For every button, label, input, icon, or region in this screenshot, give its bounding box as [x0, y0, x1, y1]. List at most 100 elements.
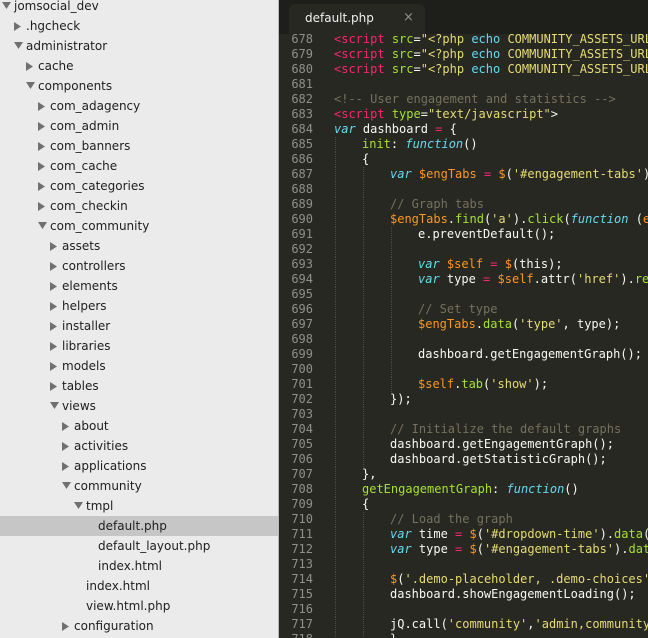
disclosure-triangle-closed-icon[interactable] [50, 356, 60, 376]
disclosure-triangle-closed-icon[interactable] [50, 276, 60, 296]
tree-folder-item[interactable]: com_adagency [0, 96, 278, 116]
code-line[interactable]: 707}, [279, 467, 648, 482]
code-line[interactable]: 713 [279, 557, 648, 572]
disclosure-triangle-closed-icon[interactable] [50, 296, 60, 316]
code-line[interactable]: 715 dashboard.showEngagementLoading(); [279, 587, 648, 602]
code-line[interactable]: 706 dashboard.getStatisticGraph(); [279, 452, 648, 467]
tree-folder-item[interactable]: libraries [0, 336, 278, 356]
tree-folder-item[interactable]: installer [0, 316, 278, 336]
disclosure-triangle-closed-icon[interactable] [62, 616, 72, 636]
code-line[interactable]: 686 { [279, 152, 648, 167]
code-line[interactable]: 703 [279, 407, 648, 422]
tree-folder-item[interactable]: helpers [0, 296, 278, 316]
disclosure-triangle-open-icon[interactable] [74, 496, 84, 516]
code-editor[interactable]: default.php × 678 <script src="<?php echo… [279, 0, 648, 638]
disclosure-triangle-open-icon[interactable] [62, 476, 72, 496]
disclosure-triangle-closed-icon[interactable] [14, 16, 24, 36]
disclosure-triangle-open-icon[interactable] [38, 216, 48, 236]
tree-folder-item[interactable]: configuration [0, 616, 278, 636]
tree-folder-item[interactable]: elements [0, 276, 278, 296]
code-line[interactable]: 717 jQ.call('community','admin,community' [279, 617, 648, 632]
disclosure-triangle-open-icon[interactable] [14, 36, 24, 56]
disclosure-triangle-open-icon[interactable] [26, 76, 36, 96]
tree-folder-item[interactable]: applications [0, 456, 278, 476]
disclosure-triangle-closed-icon[interactable] [38, 116, 48, 136]
disclosure-triangle-closed-icon[interactable] [38, 176, 48, 196]
disclosure-triangle-open-icon[interactable] [2, 0, 12, 16]
code-line[interactable]: 708 getEngagementGraph: function() [279, 482, 648, 497]
tree-file-item[interactable]: default.php [0, 516, 278, 536]
code-line[interactable]: 704 // Initialize the default graphs [279, 422, 648, 437]
tree-folder-item[interactable]: tmpl [0, 496, 278, 516]
code-line[interactable]: 693 var $self = $(this); [279, 257, 648, 272]
tree-folder-item[interactable]: tables [0, 376, 278, 396]
tree-folder-item[interactable]: about [0, 416, 278, 436]
disclosure-triangle-closed-icon[interactable] [26, 56, 36, 76]
disclosure-triangle-open-icon[interactable] [50, 396, 60, 416]
tree-file-item[interactable]: index.html [0, 576, 278, 596]
code-line[interactable]: 679 <script src="<?php echo COMMUNITY_ASS… [279, 47, 648, 62]
disclosure-triangle-closed-icon[interactable] [62, 456, 72, 476]
code-line[interactable]: 705 dashboard.getEngagementGraph(); [279, 437, 648, 452]
tree-folder-item[interactable]: community [0, 476, 278, 496]
tree-folder-item[interactable]: com_categories [0, 176, 278, 196]
code-line[interactable]: 711var time = $('#dropdown-time').data(' [279, 527, 648, 542]
code-line[interactable]: 685 init: function() [279, 137, 648, 152]
tree-folder-item[interactable]: activities [0, 436, 278, 456]
tree-folder-item[interactable]: com_banners [0, 136, 278, 156]
disclosure-triangle-closed-icon[interactable] [38, 196, 48, 216]
tab-close-icon[interactable]: × [403, 10, 414, 25]
code-line[interactable]: 689 // Graph tabs [279, 197, 648, 212]
file-tree-sidebar[interactable]: jomsocial_dev .hgcheck administrator cache c… [0, 0, 279, 638]
code-line[interactable]: 700 [279, 362, 648, 377]
code-line[interactable]: 683 <script type="text/javascript"> [279, 107, 648, 122]
code-line[interactable]: 696 // Set type [279, 302, 648, 317]
code-line[interactable]: 712 var type = $('#engagement-tabs').data [279, 542, 648, 557]
tree-folder-item[interactable]: com_community [0, 216, 278, 236]
code-line[interactable]: 714 $('.demo-placeholder, .demo-choices') [279, 572, 648, 587]
code-line[interactable]: 702}); [279, 392, 648, 407]
disclosure-triangle-closed-icon[interactable] [50, 376, 60, 396]
disclosure-triangle-closed-icon[interactable] [62, 416, 72, 436]
disclosure-triangle-closed-icon[interactable] [50, 256, 60, 276]
code-line[interactable]: 684 var dashboard = { [279, 122, 648, 137]
disclosure-triangle-closed-icon[interactable] [50, 336, 60, 356]
tree-folder-item[interactable]: com_checkin [0, 196, 278, 216]
code-line[interactable]: 682 <!-- User engagement and statistics -… [279, 92, 648, 107]
tree-file-item[interactable]: index.html [0, 556, 278, 576]
disclosure-triangle-closed-icon[interactable] [50, 316, 60, 336]
tree-folder-item[interactable]: com_admin [0, 116, 278, 136]
code-line[interactable]: 695 [279, 287, 648, 302]
code-line[interactable]: 678 <script src="<?php echo COMMUNITY_ASS… [279, 32, 648, 47]
code-line[interactable]: 680 <script src="<?php echo COMMUNITY_ASS… [279, 62, 648, 77]
tree-folder-item[interactable]: components [0, 76, 278, 96]
code-line[interactable]: 701 $self.tab('show'); [279, 377, 648, 392]
code-line[interactable]: 710 // Load the graph [279, 512, 648, 527]
code-line[interactable]: 690$engTabs.find('a').click(function (e) [279, 212, 648, 227]
code-line[interactable]: 716 [279, 602, 648, 617]
disclosure-triangle-closed-icon[interactable] [50, 236, 60, 256]
code-line[interactable]: 699 dashboard.getEngagementGraph(); [279, 347, 648, 362]
tree-folder-item[interactable]: .hgcheck [0, 16, 278, 36]
tab-default-php[interactable]: default.php × [289, 4, 425, 34]
disclosure-triangle-closed-icon[interactable] [38, 136, 48, 156]
code-line[interactable]: 698 [279, 332, 648, 347]
disclosure-triangle-closed-icon[interactable] [38, 156, 48, 176]
tree-folder-item[interactable]: cache [0, 56, 278, 76]
code-line[interactable]: 709 { [279, 497, 648, 512]
code-line[interactable]: 687 var $engTabs = $('#engagement-tabs'); [279, 167, 648, 182]
code-line[interactable]: 692 [279, 242, 648, 257]
tree-folder-item[interactable]: assets [0, 236, 278, 256]
tree-folder-item[interactable]: views [0, 396, 278, 416]
code-line[interactable]: 688 [279, 182, 648, 197]
tree-folder-item[interactable]: administrator [0, 36, 278, 56]
disclosure-triangle-closed-icon[interactable] [38, 96, 48, 116]
tree-file-item[interactable]: default_layout.php [0, 536, 278, 556]
tree-folder-item[interactable]: com_cache [0, 156, 278, 176]
disclosure-triangle-closed-icon[interactable] [62, 436, 72, 456]
code-line[interactable]: 694 var type = $self.attr('href').rep [279, 272, 648, 287]
tree-file-item[interactable]: view.html.php [0, 596, 278, 616]
code-line[interactable]: 697 $engTabs.data('type', type); [279, 317, 648, 332]
tree-folder-item[interactable]: jomsocial_dev [0, 0, 278, 16]
code-line[interactable]: 691 e.preventDefault(); [279, 227, 648, 242]
